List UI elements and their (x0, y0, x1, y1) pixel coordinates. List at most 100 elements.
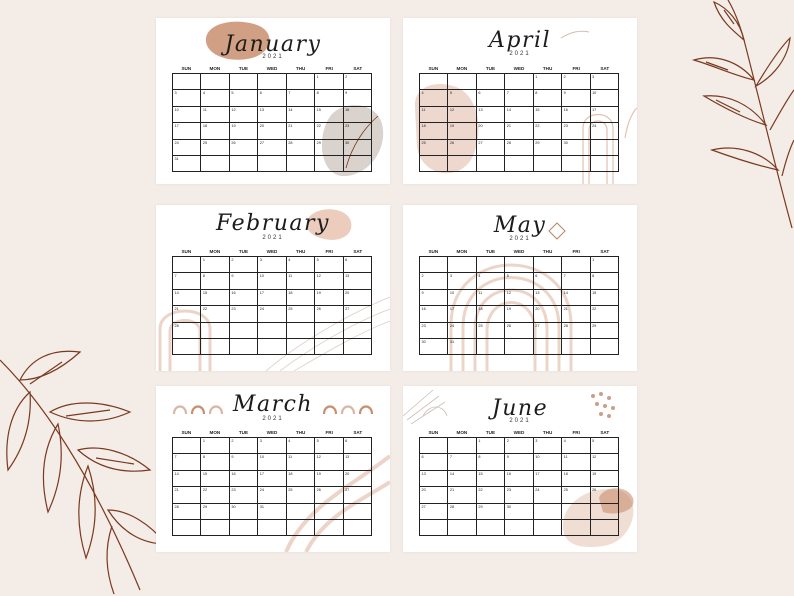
date-number: 19 (449, 124, 455, 129)
date-cell: 30 (505, 503, 534, 520)
date-number: 12 (592, 455, 597, 460)
weekday-label: WED (513, 249, 525, 254)
date-number: 21 (506, 124, 512, 129)
date-cell: 23 (229, 306, 259, 323)
date-cell: 14 (448, 470, 477, 488)
date-number: 12 (316, 274, 321, 279)
date-cell: 6 (343, 257, 372, 274)
date-cell: 23 (562, 123, 591, 140)
date-cell (286, 519, 316, 537)
date-cell: 2 (229, 438, 259, 455)
date-grid: 1 2 3 4 5 6 7 8 9 10 11 12 13 14 15 16 17 18 19 20 21 22 23 24 2… (172, 437, 372, 537)
date-cell: 6 (533, 273, 563, 290)
date-cell: 16 (505, 470, 534, 488)
date-number: 3 (259, 439, 262, 443)
date-cell: 13 (533, 289, 563, 307)
date-number: 18 (478, 307, 483, 312)
date-cell: 1 (201, 257, 230, 274)
date-cell: 13 (476, 106, 506, 124)
date-cell: 5 (590, 438, 619, 455)
date-number: 13 (345, 455, 350, 460)
date-number: 7 (174, 274, 177, 279)
date-cell: 23 (420, 322, 449, 339)
date-cell: 10 (173, 106, 202, 124)
date-cell: 8 (201, 273, 230, 290)
date-number: 3 (535, 439, 538, 443)
date-cell: 8 (590, 273, 619, 290)
date-cell (562, 257, 591, 274)
date-number: 21 (288, 124, 293, 129)
date-cell: 24 (448, 322, 477, 339)
date-cell: 9 (420, 289, 449, 307)
date-cell: 8 (533, 90, 563, 107)
date-cell: 14 (173, 470, 202, 488)
weekday-label: TUE (485, 430, 496, 435)
date-cell: 7 (448, 454, 477, 471)
weekday-label: THU (295, 249, 306, 254)
date-cell: 27 (533, 322, 563, 339)
date-number: 20 (345, 290, 350, 295)
date-cell: 16 (229, 289, 259, 307)
weekday-row: SUN MON TUE WED THU FRI SAT (172, 247, 372, 256)
date-cell (448, 74, 477, 91)
weekday-label: FRI (572, 249, 580, 254)
date-cell (315, 322, 344, 339)
calendar-card-january: January 2021 SUN MON TUE WED THU FRI SAT 12345… (156, 18, 390, 184)
date-number: 8 (478, 455, 481, 460)
date-number: 30 (231, 504, 236, 509)
date-cell (258, 74, 287, 91)
date-number: 29 (478, 504, 483, 509)
date-number: 18 (421, 124, 426, 129)
date-number: 12 (506, 290, 512, 295)
weekday-label: SUN (428, 430, 439, 435)
date-number: 24 (449, 323, 455, 328)
date-cell (505, 74, 534, 91)
date-cell: 25 (562, 487, 591, 504)
date-number: 5 (316, 439, 319, 443)
date-number: 28 (288, 140, 293, 145)
date-cell: 2 (505, 438, 534, 455)
date-number: 11 (563, 455, 568, 460)
date-number: 3 (174, 91, 177, 96)
year-label: 2021 (509, 418, 531, 424)
date-cell (476, 257, 506, 274)
date-cell: 3 (533, 438, 563, 455)
date-number: 22 (592, 307, 597, 312)
date-number: 14 (449, 471, 455, 476)
date-cell: 16 (343, 106, 372, 124)
date-number: 27 (345, 488, 350, 493)
date-cell (258, 338, 287, 356)
year-label: 2021 (509, 236, 531, 242)
date-cell: 4 (562, 438, 591, 455)
weekday-label: SAT (353, 249, 363, 254)
date-number: 20 (421, 488, 426, 493)
date-number: 6 (259, 91, 262, 96)
date-number: 1 (592, 258, 595, 262)
date-cell (315, 519, 344, 537)
calendar-card-march: March 2021 SUN MON TUE WED THU FRI SAT 1234567… (156, 386, 390, 552)
date-cell: 20 (420, 487, 449, 504)
date-cell (258, 519, 287, 537)
date-cell: 12 (315, 454, 344, 471)
date-number: 24 (535, 488, 540, 493)
date-number: 20 (259, 124, 265, 129)
date-cell (201, 338, 230, 356)
date-number: 16 (563, 107, 568, 112)
weekday-label: THU (295, 66, 306, 71)
date-cell: 19 (315, 470, 344, 488)
date-cell (590, 503, 619, 520)
date-cell: 2 (562, 74, 591, 91)
date-cell (315, 503, 344, 520)
date-cell (173, 519, 202, 537)
weekday-label: MON (456, 66, 468, 71)
weekday-label: SAT (353, 430, 363, 435)
date-number: 19 (316, 290, 321, 295)
date-cell: 25 (286, 487, 316, 504)
date-cell: 21 (448, 487, 477, 504)
date-cell (562, 503, 591, 520)
date-number: 21 (563, 307, 568, 312)
date-cell (201, 322, 230, 339)
date-number: 25 (288, 488, 293, 493)
date-number: 30 (563, 140, 568, 145)
date-number: 16 (345, 107, 350, 112)
